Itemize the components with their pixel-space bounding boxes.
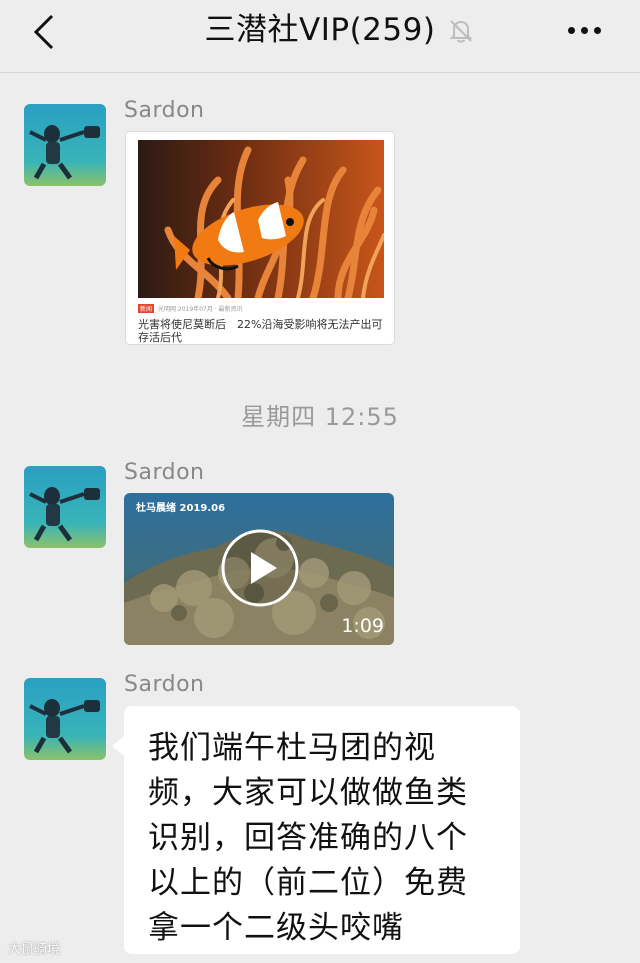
ellipsis-icon-dot <box>580 26 588 34</box>
avatar[interactable] <box>24 466 106 548</box>
video-duration: 1:09 <box>341 615 384 637</box>
avatar[interactable] <box>24 678 106 760</box>
avatar[interactable] <box>24 104 106 186</box>
article-headline: 光害将使尼莫断后 22%沿海受影响将无法产出可存活后代 <box>138 318 383 344</box>
message-text: 我们端午杜马团的视频，大家可以做做鱼类识别，回答准确的八个以上的（前二位）免费拿… <box>148 730 468 946</box>
bell-slash-icon <box>447 17 475 45</box>
chat-title: 三潜社VIP(259) <box>204 12 436 48</box>
more-options-button[interactable] <box>560 10 608 50</box>
article-meta: 新闻 光明网 2019年07月 · 最新资讯 <box>138 304 243 313</box>
ellipsis-icon-dot <box>593 26 601 34</box>
sender-name: Sardon <box>124 672 205 697</box>
video-message[interactable]: 杜马晨绪 2019.06 1:09 <box>124 493 394 645</box>
ellipsis-icon-dot <box>567 26 575 34</box>
sender-name: Sardon <box>124 460 205 485</box>
text-message-bubble[interactable]: 我们端午杜马团的视频，大家可以做做鱼类识别，回答准确的八个以上的（前二位）免费拿… <box>112 706 520 954</box>
video-watermark: 杜马晨绪 2019.06 <box>136 503 226 514</box>
image-watermark: 大鼠骑境 <box>8 942 61 957</box>
play-icon[interactable] <box>220 528 300 608</box>
timestamp: 星期四 12:55 <box>241 403 399 431</box>
chat-header: 三潜社VIP(259) <box>0 0 640 73</box>
article-card[interactable]: 新闻 光明网 2019年07月 · 最新资讯 光害将使尼莫断后 22%沿海受影响将… <box>125 131 395 345</box>
clownfish-thumbnail <box>138 140 384 298</box>
sender-name: Sardon <box>124 98 205 123</box>
